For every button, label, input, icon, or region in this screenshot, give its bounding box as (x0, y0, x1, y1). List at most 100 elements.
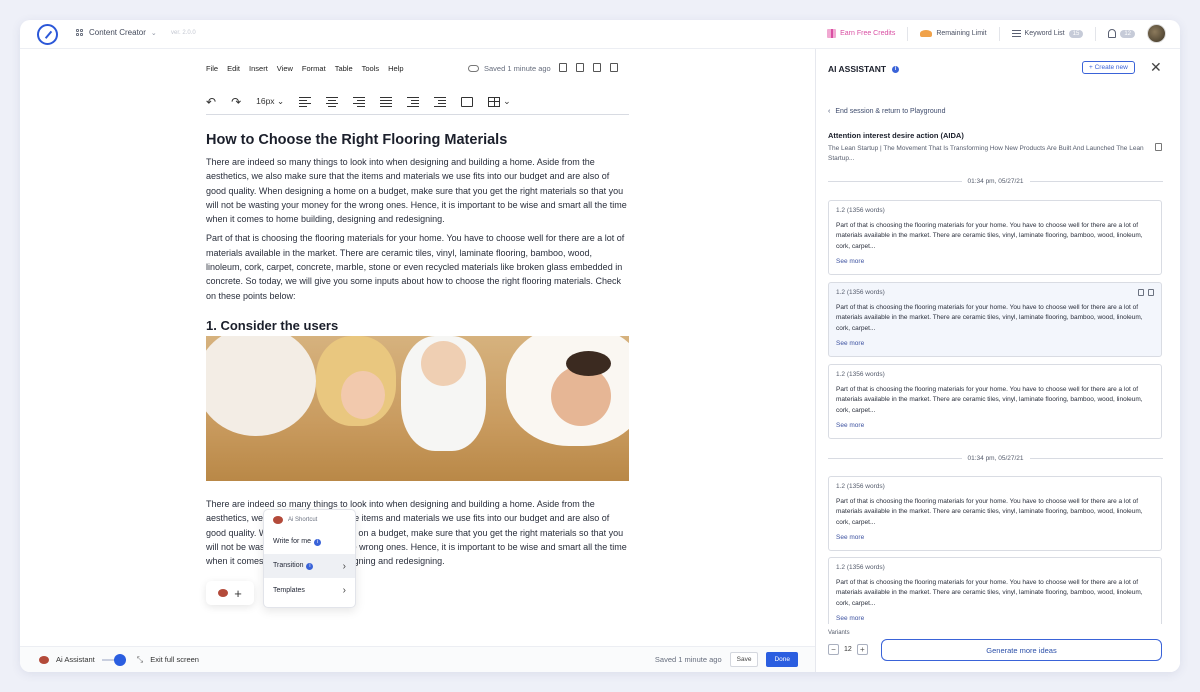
save-button[interactable]: Save (729, 652, 759, 667)
align-center-icon[interactable] (326, 96, 339, 107)
image-icon[interactable] (461, 96, 474, 107)
ai-assistant-toggle[interactable] (101, 653, 126, 666)
chevron-down-icon: ⌄ (503, 96, 511, 106)
variants-stepper[interactable]: − 12 + (828, 644, 868, 655)
copy-icon[interactable] (1155, 143, 1162, 151)
earn-credits-button[interactable]: Earn Free Credits (827, 29, 895, 38)
panel-title: AI ASSISTANT i (828, 64, 900, 74)
write-for-me-label: Write for me (273, 538, 311, 546)
document-actions (559, 63, 618, 72)
info-icon: i (314, 538, 321, 546)
menu-table[interactable]: Table (335, 64, 353, 73)
align-left-icon[interactable] (299, 96, 312, 107)
plus-icon[interactable]: + (856, 644, 868, 655)
generate-more-button[interactable]: Generate more ideas (881, 639, 1162, 661)
version-label: ver. 2.0.0 (171, 30, 196, 36)
end-session-label: End session & return to Playground (835, 108, 946, 115)
table-dropdown[interactable]: ⌄ (488, 96, 511, 107)
card-meta: 1.2 (1356 words) (836, 289, 885, 296)
menu-help[interactable]: Help (388, 64, 403, 73)
see-more-link[interactable]: See more (836, 258, 1154, 265)
card-meta: 1.2 (1356 words) (836, 371, 885, 378)
bee-icon (39, 655, 49, 664)
logo-icon[interactable] (37, 24, 58, 45)
info-icon: i (306, 562, 314, 570)
card-text: Part of that is choosing the flooring ma… (836, 498, 1143, 526)
panel-title-text: AI ASSISTANT (828, 64, 887, 74)
section-heading: 1. Consider the users (206, 317, 339, 333)
plus-icon: + (234, 585, 242, 601)
template-subtitle: The Lean Startup | The Movement That Is … (828, 145, 1144, 162)
menu-view[interactable]: View (277, 64, 293, 73)
avatar[interactable] (1147, 24, 1166, 43)
menu-format[interactable]: Format (302, 64, 326, 73)
result-card[interactable]: 1.2 (1356 words) Part of that is choosin… (828, 476, 1162, 551)
bottom-left: Ai Assistant ⤡ Exit full screen (39, 653, 199, 666)
cloud-icon (468, 65, 479, 72)
indent-icon[interactable] (434, 96, 447, 107)
align-right-icon[interactable] (353, 96, 366, 107)
collapse-icon: ⤡ (136, 654, 144, 664)
app-switcher[interactable]: Content Creator ⌄ (76, 28, 157, 37)
redo-icon[interactable]: ↷ (231, 95, 241, 109)
menu-file[interactable]: File (206, 64, 218, 73)
bee-icon (273, 516, 283, 524)
create-new-button[interactable]: + Create new (1082, 61, 1135, 74)
menu-insert[interactable]: Insert (249, 64, 268, 73)
menu-tools[interactable]: Tools (362, 64, 380, 73)
ai-shortcut-title: Ai Shortcut (288, 517, 318, 523)
outdent-icon[interactable] (407, 96, 420, 107)
notes-icon[interactable] (593, 63, 601, 72)
minus-icon[interactable]: − (828, 644, 839, 655)
close-icon[interactable]: ✕ (1150, 59, 1162, 76)
end-session-link[interactable]: ‹ End session & return to Playground (828, 108, 945, 115)
result-card[interactable]: 1.2 (1356 words) Part of that is choosin… (828, 200, 1162, 275)
font-size-select[interactable]: 16px ⌄ (256, 96, 284, 107)
notifications-button[interactable]: 12 (1108, 29, 1135, 38)
write-for-me-option[interactable]: Write for me i (264, 530, 355, 554)
table-icon (488, 96, 501, 107)
bee-icon (218, 589, 229, 597)
family-photo[interactable] (206, 335, 629, 481)
ai-assistant-panel: AI ASSISTANT i + Create new ✕ ‹ End sess… (815, 49, 1180, 672)
result-card[interactable]: 1.2 (1356 words) Part of that is choosin… (828, 282, 1162, 357)
top-right-actions: Earn Free Credits Remaining Limit Keywor… (827, 24, 1166, 43)
transition-option[interactable]: Transition i › (264, 554, 355, 578)
notifications-badge: 12 (1120, 29, 1135, 38)
see-more-link[interactable]: See more (836, 422, 1154, 429)
chevron-right-icon: › (342, 584, 346, 596)
folder-icon[interactable] (559, 63, 567, 72)
menu-bar: File Edit Insert View Format Table Tools… (206, 64, 404, 73)
remaining-limit-label: Remaining Limit (936, 30, 987, 37)
trash-icon[interactable] (1138, 289, 1144, 296)
top-bar: Content Creator ⌄ ver. 2.0.0 Earn Free C… (20, 20, 1180, 49)
menu-edit[interactable]: Edit (227, 64, 240, 73)
done-button[interactable]: Done (766, 652, 798, 667)
result-card[interactable]: 1.2 (1356 words) Part of that is choosin… (828, 557, 1162, 632)
see-more-link[interactable]: See more (836, 615, 1154, 622)
variants-value: 12 (844, 646, 852, 653)
align-justify-icon[interactable] (380, 96, 393, 107)
keyword-list-label: Keyword List (1024, 30, 1065, 37)
ai-insert-button[interactable]: + (206, 581, 254, 605)
divider (1095, 26, 1097, 41)
see-more-link[interactable]: See more (836, 340, 1154, 347)
card-actions (1138, 289, 1154, 296)
remaining-limit-button[interactable]: Remaining Limit (920, 30, 987, 37)
bottom-right: Saved 1 minute ago Save Done (655, 652, 798, 667)
keyword-list-button[interactable]: Keyword List 15 (1011, 29, 1084, 38)
export-icon[interactable] (576, 63, 584, 72)
document-body[interactable]: How to Choose the Right Flooring Materia… (206, 132, 629, 573)
see-more-link[interactable]: See more (836, 534, 1154, 541)
share-icon[interactable] (610, 63, 618, 72)
undo-icon[interactable]: ↶ (206, 95, 216, 109)
result-card[interactable]: 1.2 (1356 words) Part of that is choosin… (828, 364, 1162, 439)
chevron-left-icon: ‹ (828, 108, 831, 115)
templates-option[interactable]: Templates › (264, 578, 355, 602)
exit-fullscreen-button[interactable]: Exit full screen (150, 655, 199, 664)
template-heading: Attention interest desire action (AIDA) (828, 131, 964, 140)
divider (907, 26, 909, 41)
copy-icon[interactable] (1148, 289, 1154, 296)
grid-icon (76, 28, 84, 37)
chevron-down-icon: ⌄ (150, 29, 157, 37)
